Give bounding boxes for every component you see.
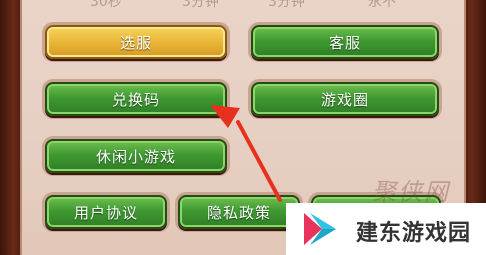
- select-server-label: 选服: [119, 33, 152, 52]
- customer-service-label: 客服: [328, 33, 361, 52]
- game-circle-label: 游戏圈: [320, 90, 369, 109]
- game-circle-button[interactable]: 游戏圈: [251, 82, 439, 116]
- site-name: 建东游戏园: [356, 221, 472, 246]
- timeout-option-label[interactable]: 3分钟: [268, 0, 305, 11]
- casual-games-label: 休闲小游戏: [95, 147, 176, 166]
- customer-service-button[interactable]: 客服: [251, 25, 439, 59]
- user-agreement-button[interactable]: 用户协议: [45, 195, 167, 229]
- timeout-options-row: 30秒 3分钟 3分钟 永不: [0, 0, 486, 10]
- redeem-code-button[interactable]: 兑换码: [45, 82, 227, 116]
- redeem-code-label: 兑换码: [111, 90, 160, 109]
- privacy-policy-button[interactable]: 隐私政策: [178, 195, 300, 229]
- site-watermark: 建东游戏园: [286, 203, 486, 255]
- timeout-option-label[interactable]: 30秒: [90, 0, 122, 11]
- timeout-option-label[interactable]: 3分钟: [182, 0, 219, 11]
- timeout-option-label[interactable]: 永不: [368, 0, 396, 11]
- user-agreement-label: 用户协议: [73, 203, 138, 222]
- site-logo-icon: [304, 213, 336, 245]
- privacy-policy-label: 隐私政策: [206, 203, 271, 222]
- casual-games-button[interactable]: 休闲小游戏: [45, 139, 227, 173]
- select-server-button[interactable]: 选服: [45, 25, 227, 59]
- cursive-watermark: 聚侠网: [372, 178, 450, 206]
